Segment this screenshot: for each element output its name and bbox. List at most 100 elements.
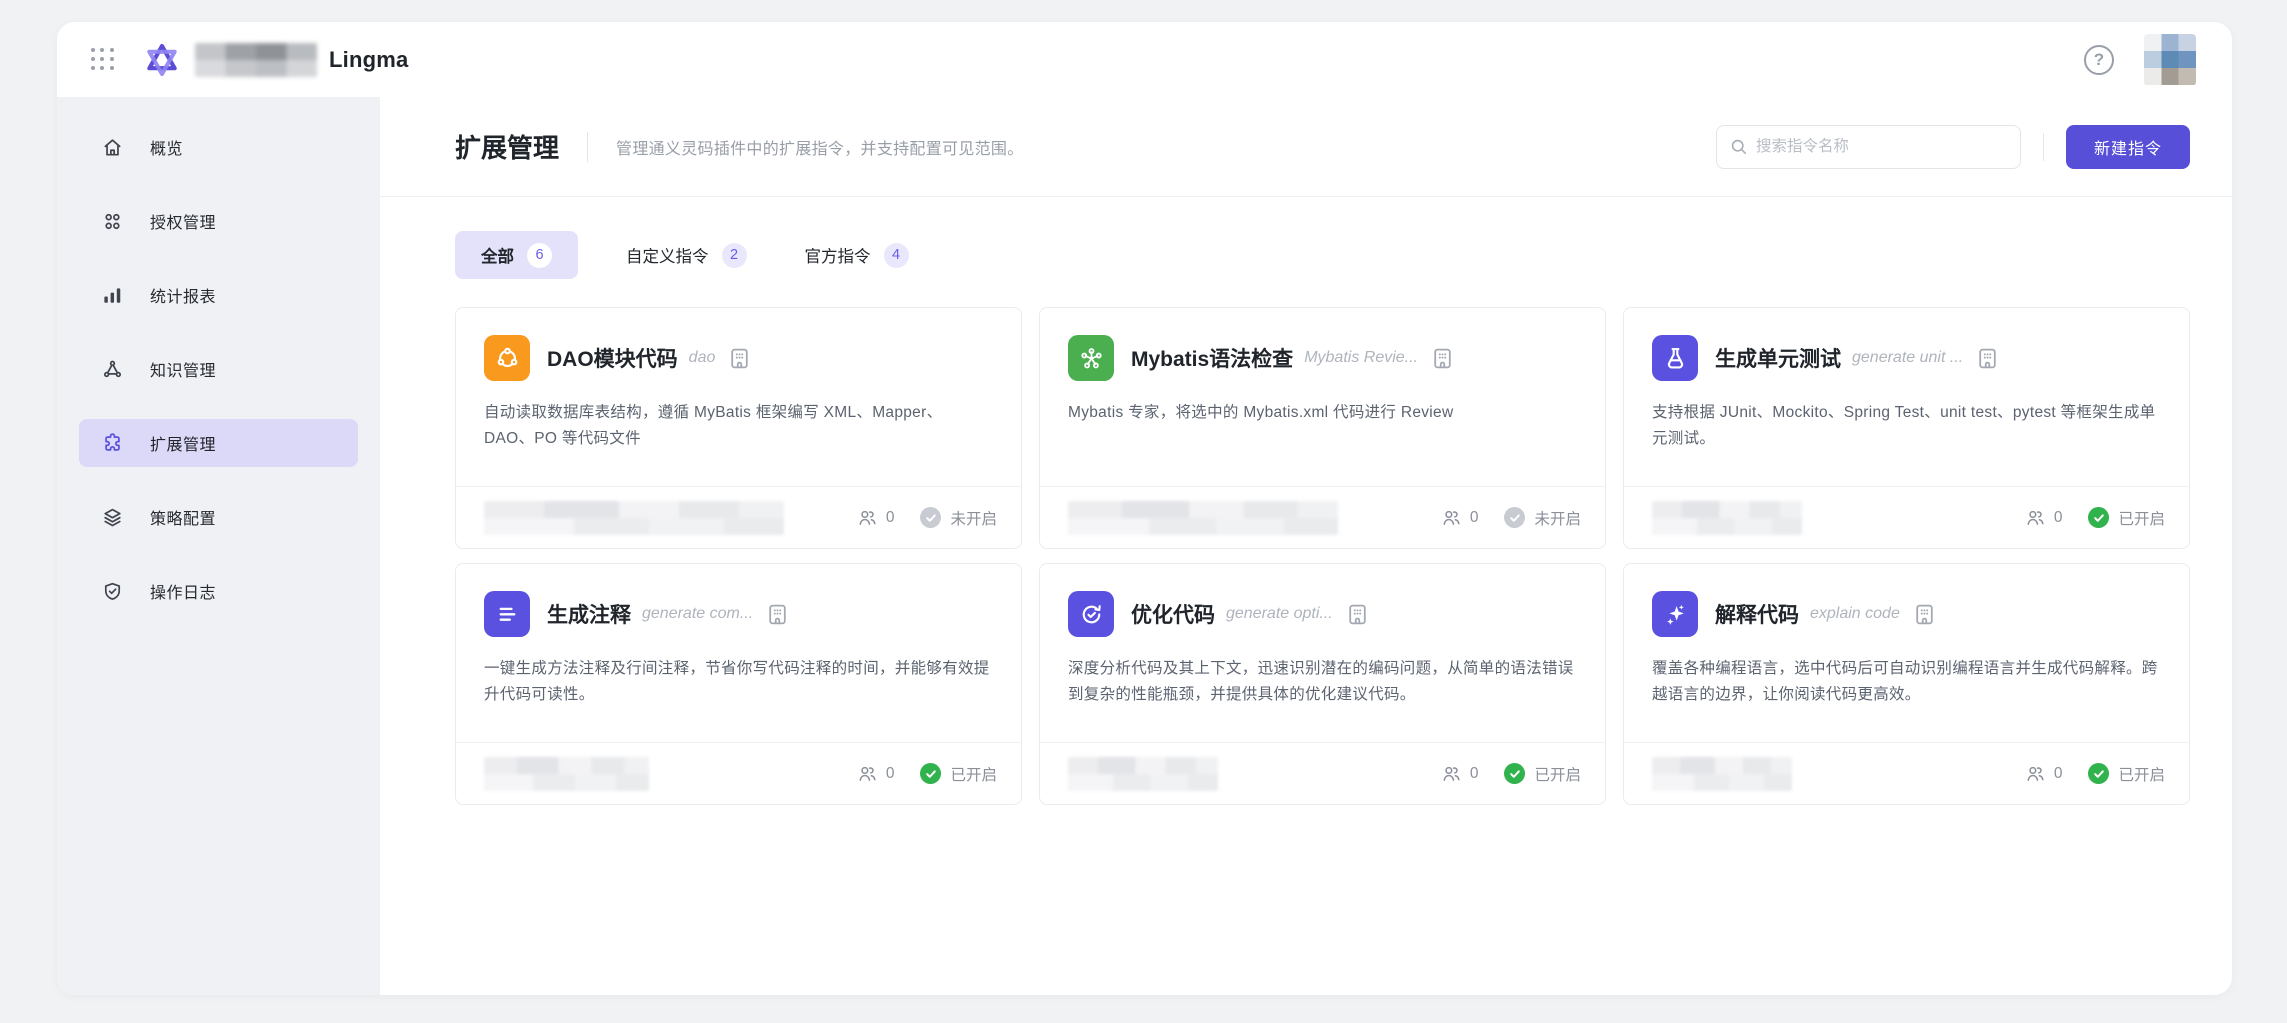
sidebar-item-stats[interactable]: 统计报表 [79, 271, 358, 319]
status-badge: 已开启 [920, 763, 997, 785]
users-count: 0 [1441, 763, 1479, 784]
optimize-icon [1068, 591, 1114, 637]
sidebar-item-auth[interactable]: 授权管理 [79, 197, 358, 245]
command-card[interactable]: 生成单元测试 generate unit ... 支持根据 JUnit、Mock… [1623, 307, 2190, 549]
card-title: 解释代码 [1715, 604, 1799, 627]
tabs: 全部 6 自定义指令 2 官方指令 4 [455, 231, 2190, 279]
redacted-org-name [195, 42, 317, 77]
status-badge: 未开启 [920, 507, 997, 529]
sidebar-item-logs[interactable]: 操作日志 [79, 567, 358, 615]
redacted-scope-label [1652, 500, 1802, 535]
card-description: 覆盖各种编程语言，选中代码后可自动识别编程语言并生成代码解释。跨越语言的边界，让… [1652, 660, 2158, 704]
comment-lines-icon [484, 591, 530, 637]
tab-custom[interactable]: 自定义指令 2 [616, 231, 757, 279]
users-icon [1443, 766, 1460, 781]
page-header: 扩展管理 管理通义灵码插件中的扩展指令，并支持配置可见范围。 新建指令 [380, 97, 2232, 197]
sidebar-item-knowledge[interactable]: 知识管理 [79, 345, 358, 393]
status-label: 已开启 [2118, 766, 2165, 784]
users-count: 0 [1441, 507, 1479, 528]
sidebar-item-label: 知识管理 [150, 363, 217, 380]
title-divider [587, 131, 589, 162]
sidebar-item-label: 策略配置 [150, 511, 217, 528]
search-input[interactable] [1755, 137, 2008, 156]
card-title: 生成注释 [547, 604, 631, 627]
users-icon [859, 510, 876, 525]
redacted-scope-label [1652, 756, 1792, 791]
users-count-value: 0 [1469, 764, 1479, 782]
organization-icon [731, 348, 749, 368]
page-title: 扩展管理 [455, 133, 560, 163]
status-label: 已开启 [2118, 510, 2165, 528]
sidebar-item-label: 授权管理 [150, 215, 217, 232]
search-box[interactable] [1715, 124, 2021, 169]
status-label: 未开启 [1534, 510, 1581, 528]
users-icon [2027, 766, 2044, 781]
command-card[interactable]: Mybatis语法检查 Mybatis Revie... Mybatis 专家，… [1039, 307, 1606, 549]
sidebar-item-label: 扩展管理 [150, 437, 217, 454]
status-check-icon [920, 507, 942, 528]
status-badge: 未开启 [1504, 507, 1581, 529]
card-subtitle: dao [688, 349, 716, 366]
bar-chart-icon [101, 284, 124, 307]
card-subtitle: generate unit ... [1852, 349, 1964, 366]
organization-icon [1349, 604, 1366, 624]
card-description: 支持根据 JUnit、Mockito、Spring Test、unit test… [1652, 404, 2156, 448]
page-subtitle: 管理通义灵码插件中的扩展指令，并支持配置可见范围。 [616, 140, 1024, 158]
shield-check-icon [101, 580, 124, 603]
users-count-value: 0 [2053, 764, 2063, 782]
sidebar: 概览 授权管理 统计报表 知识管理 扩展管理 策略配置 操作日志 [57, 97, 380, 995]
tab-official[interactable]: 官方指令 4 [795, 231, 919, 279]
sidebar-item-policy[interactable]: 策略配置 [79, 493, 358, 541]
redacted-scope-label [484, 500, 784, 535]
redacted-scope-label [1068, 500, 1338, 535]
card-grid: DAO模块代码 dao 自动读取数据库表结构，遵循 MyBatis 框架编写 X… [455, 307, 2190, 805]
card-subtitle: explain code [1810, 605, 1900, 622]
sparkles-icon [1652, 591, 1698, 637]
status-badge: 已开启 [2088, 507, 2165, 529]
card-footer: 0 已开启 [1624, 742, 2189, 804]
new-command-button[interactable]: 新建指令 [2065, 124, 2190, 169]
users-count-value: 0 [885, 508, 895, 526]
organization-icon [1979, 348, 1996, 368]
content: 全部 6 自定义指令 2 官方指令 4 DAO模块代码 dao 自动读取数据库表… [380, 197, 2232, 995]
tab-all[interactable]: 全部 6 [455, 231, 578, 279]
sidebar-item-label: 统计报表 [150, 289, 217, 306]
card-title: DAO模块代码 [547, 348, 678, 371]
organization-icon [1916, 604, 1933, 624]
status-badge: 已开启 [1504, 763, 1581, 785]
puzzle-icon [101, 432, 124, 455]
card-subtitle: generate opti... [1226, 605, 1333, 622]
lingma-logo-icon [147, 43, 177, 76]
redacted-scope-label [484, 756, 649, 791]
status-label: 已开启 [1534, 766, 1581, 784]
redacted-scope-label [1068, 756, 1218, 791]
card-title: Mybatis语法检查 [1131, 348, 1294, 371]
users-count-value: 0 [2053, 508, 2063, 526]
app-window: Lingma ? 概览 授权管理 统计报表 知识管理 扩展管理 策略配置 操作日… [57, 22, 2232, 995]
command-card[interactable]: DAO模块代码 dao 自动读取数据库表结构，遵循 MyBatis 框架编写 X… [455, 307, 1022, 549]
sidebar-item-extensions[interactable]: 扩展管理 [79, 419, 358, 467]
tab-label: 官方指令 [804, 248, 871, 266]
molecule-icon [1068, 335, 1114, 381]
command-card[interactable]: 解释代码 explain code 覆盖各种编程语言，选中代码后可自动识别编程语… [1623, 563, 2190, 805]
command-card[interactable]: 优化代码 generate opti... 深度分析代码及其上下文，迅速识别潜在… [1039, 563, 1606, 805]
status-label: 已开启 [950, 766, 997, 784]
sidebar-item-overview[interactable]: 概览 [79, 123, 358, 171]
users-count: 0 [857, 507, 895, 528]
sidebar-item-label: 概览 [150, 141, 184, 158]
main-area: 扩展管理 管理通义灵码插件中的扩展指令，并支持配置可见范围。 新建指令 全 [380, 97, 2232, 995]
card-footer: 0 未开启 [1040, 486, 1605, 548]
command-card[interactable]: 生成注释 generate com... 一键生成方法注释及行间注释，节省你写代… [455, 563, 1022, 805]
app-grid-icon[interactable] [91, 47, 115, 72]
status-label: 未开启 [950, 510, 997, 528]
help-icon[interactable]: ? [2084, 44, 2114, 75]
card-footer: 0 已开启 [456, 742, 1021, 804]
tab-label: 全部 [481, 248, 514, 266]
status-check-icon [2088, 763, 2110, 784]
tab-count-badge: 6 [527, 242, 552, 268]
status-check-icon [920, 763, 942, 784]
users-icon [2027, 510, 2044, 525]
users-count-value: 0 [1469, 508, 1479, 526]
users-icon [1443, 510, 1460, 525]
avatar[interactable] [2144, 33, 2196, 86]
